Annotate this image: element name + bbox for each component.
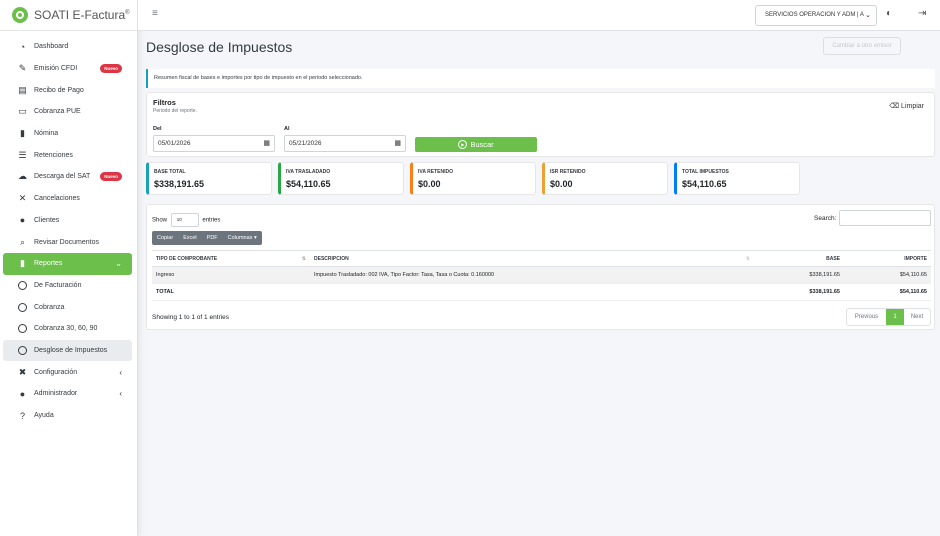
column-header-base[interactable]: BASE	[754, 250, 844, 267]
logout-icon[interactable]: ⇥	[918, 8, 926, 19]
hamburger-icon[interactable]: ≡	[152, 8, 158, 19]
circle-icon	[17, 323, 28, 334]
chevron-down-icon: ⌄	[115, 259, 122, 269]
sidebar-item-configuracion[interactable]: ✖ Configuración ‹	[3, 361, 132, 383]
payroll-icon: ▮	[20, 128, 25, 139]
sidebar-nav: ◔ Dashboard ✎ Emisión CFDI Nuevo ▤ Recibo de…	[0, 31, 137, 426]
chevron-left-icon: ‹	[119, 367, 122, 377]
table-info: Showing 1 to 1 of 1 entries	[152, 314, 229, 321]
search-icon: ⌕	[19, 236, 26, 247]
chevron-down-icon: ⌄	[865, 12, 871, 19]
sidebar-item-recibo-pago[interactable]: ▤ Recibo de Pago	[3, 79, 132, 101]
eraser-icon: ⌫	[889, 103, 900, 110]
sidebar-item-cancelaciones[interactable]: ✕ Cancelaciones	[3, 188, 132, 210]
sidebar-item-emision-cfdi[interactable]: ✎ Emisión CFDI Nuevo	[3, 58, 132, 80]
filters-title: Filtros	[153, 98, 176, 107]
chevron-left-icon: ‹	[119, 389, 122, 399]
columns-button[interactable]: Columnas ▾	[222, 231, 262, 245]
sidebar-item-dashboard[interactable]: ◔ Dashboard	[3, 36, 132, 58]
pagination: Previous 1 Next	[846, 308, 931, 326]
filters-subtitle: Periodo del reporte.	[153, 108, 197, 114]
times-icon: ✕	[18, 193, 27, 204]
change-issuer-button[interactable]: Cambiar a otro emisor	[823, 37, 901, 55]
from-date-input[interactable]: 05/01/2026 ▦	[153, 135, 275, 152]
money-icon: ▭	[18, 106, 27, 117]
list-icon: ☰	[18, 149, 27, 160]
to-date-input[interactable]: 05/21/2026 ▦	[284, 135, 406, 152]
to-label: Al	[284, 126, 290, 132]
summary-card-iva-trasladado: IVA TRASLADADO $54,110.65	[278, 162, 404, 195]
filters-card: Filtros Periodo del reporte. ⌫ Limpiar D…	[146, 92, 935, 157]
tools-icon: ✖	[18, 366, 27, 377]
circle-icon	[17, 302, 28, 313]
sidebar-item-revisar-documentos[interactable]: ⌕ Revisar Documentos	[3, 231, 132, 253]
user-icon: ●	[19, 215, 26, 226]
sidebar-item-nomina[interactable]: ▮ Nómina	[3, 123, 132, 145]
next-page-button[interactable]: Next	[904, 309, 930, 325]
sidebar-item-cobranza[interactable]: Cobranza	[3, 296, 132, 318]
summary-card-iva-retenido: IVA RETENIDO $0.00	[410, 162, 536, 195]
summary-card-total-impuestos: TOTAL IMPUESTOS $54,110.65	[674, 162, 800, 195]
new-badge: Nuevo	[100, 172, 122, 182]
cloud-download-icon: ☁	[18, 171, 27, 182]
circle-icon	[17, 345, 28, 356]
page-title: Desglose de Impuestos	[146, 39, 293, 55]
brand-name: SOATI E-Factura®	[34, 8, 130, 22]
export-buttons: Copiar Excel PDF Columnas ▾	[152, 231, 262, 245]
sidebar-item-cobranza-pue[interactable]: ▭ Cobranza PUE	[3, 101, 132, 123]
receipt-icon: ▤	[18, 84, 27, 95]
sidebar-item-cobranza-30-60-90[interactable]: Cobranza 30, 60, 90	[3, 318, 132, 340]
excel-button[interactable]: Excel	[178, 231, 202, 245]
sidebar: SOATI E-Factura® ◔ Dashboard ✎ Emisión CFD…	[0, 0, 138, 536]
total-row: TOTAL $338,191.65 $54,110.65	[152, 283, 931, 301]
clear-button[interactable]: ⌫ Limpiar	[889, 102, 924, 110]
sidebar-item-de-facturacion[interactable]: De Facturación	[3, 275, 132, 297]
sidebar-item-administrador[interactable]: ● Administrador ‹	[3, 383, 132, 405]
sidebar-item-ayuda[interactable]: ? Ayuda	[3, 405, 132, 427]
calendar-icon: ▦	[394, 140, 401, 147]
theme-toggle-icon[interactable]: ◐	[886, 8, 892, 19]
sidebar-item-descarga-sat[interactable]: ☁ Descarga del SAT Nuevo	[3, 166, 132, 188]
column-header-importe[interactable]: IMPORTE	[844, 250, 931, 267]
summary-card-base-total: BASE TOTAL $338,191.65	[146, 162, 272, 195]
pdf-button[interactable]: PDF	[201, 231, 223, 245]
table-search-input[interactable]	[839, 210, 931, 226]
page-1-button[interactable]: 1	[886, 309, 904, 325]
report-icon: ▮	[20, 258, 25, 269]
brand[interactable]: SOATI E-Factura®	[0, 0, 137, 31]
new-badge: Nuevo	[100, 63, 122, 73]
play-icon: ▶	[458, 140, 468, 149]
topbar: ≡ SERVICIOS OPERACION Y ADM | A ⌄ ◐ ⇥	[138, 0, 940, 31]
previous-page-button[interactable]: Previous	[847, 309, 886, 325]
logo-icon	[12, 7, 28, 23]
page-length: Show 10 entries	[152, 213, 220, 227]
sidebar-item-reportes[interactable]: ▮ Reportes ⌄	[3, 252, 132, 275]
from-label: Del	[153, 126, 162, 132]
table-card: Show 10 entries Search: Copiar Excel PDF…	[146, 204, 935, 330]
info-callout: Resumen fiscal de bases e importes por t…	[146, 69, 935, 88]
sidebar-item-desglose-impuestos[interactable]: Desglose de Impuestos	[3, 339, 132, 362]
copy-button[interactable]: Copiar	[152, 231, 179, 245]
search-label: Search:	[814, 215, 837, 222]
sidebar-item-clientes[interactable]: ● Clientes	[3, 210, 132, 232]
search-button[interactable]: ▶ Buscar	[415, 137, 537, 152]
question-icon: ?	[19, 410, 25, 421]
summary-card-isr-retenido: ISR RETENIDO $0.00	[542, 162, 668, 195]
sidebar-item-retenciones[interactable]: ☰ Retenciones	[3, 144, 132, 166]
user-cog-icon: ●	[19, 388, 26, 399]
tax-table: TIPO DE COMPROBANTE ⇅ DESCRIPCION ⇅ BASE I…	[152, 250, 931, 301]
circle-icon	[17, 280, 28, 291]
company-select[interactable]: SERVICIOS OPERACION Y ADM | A ⌄	[755, 5, 877, 26]
page-length-select[interactable]: 10	[170, 213, 199, 227]
dashboard-icon: ◔	[19, 41, 26, 52]
table-row: Ingreso Impuesto Trasladado: 002 IVA, Ti…	[152, 266, 931, 284]
file-signature-icon: ✎	[18, 63, 27, 74]
column-header-descripcion[interactable]: DESCRIPCION ⇅	[310, 250, 754, 267]
calendar-icon: ▦	[263, 140, 270, 147]
column-header-tipo[interactable]: TIPO DE COMPROBANTE ⇅	[152, 250, 310, 267]
